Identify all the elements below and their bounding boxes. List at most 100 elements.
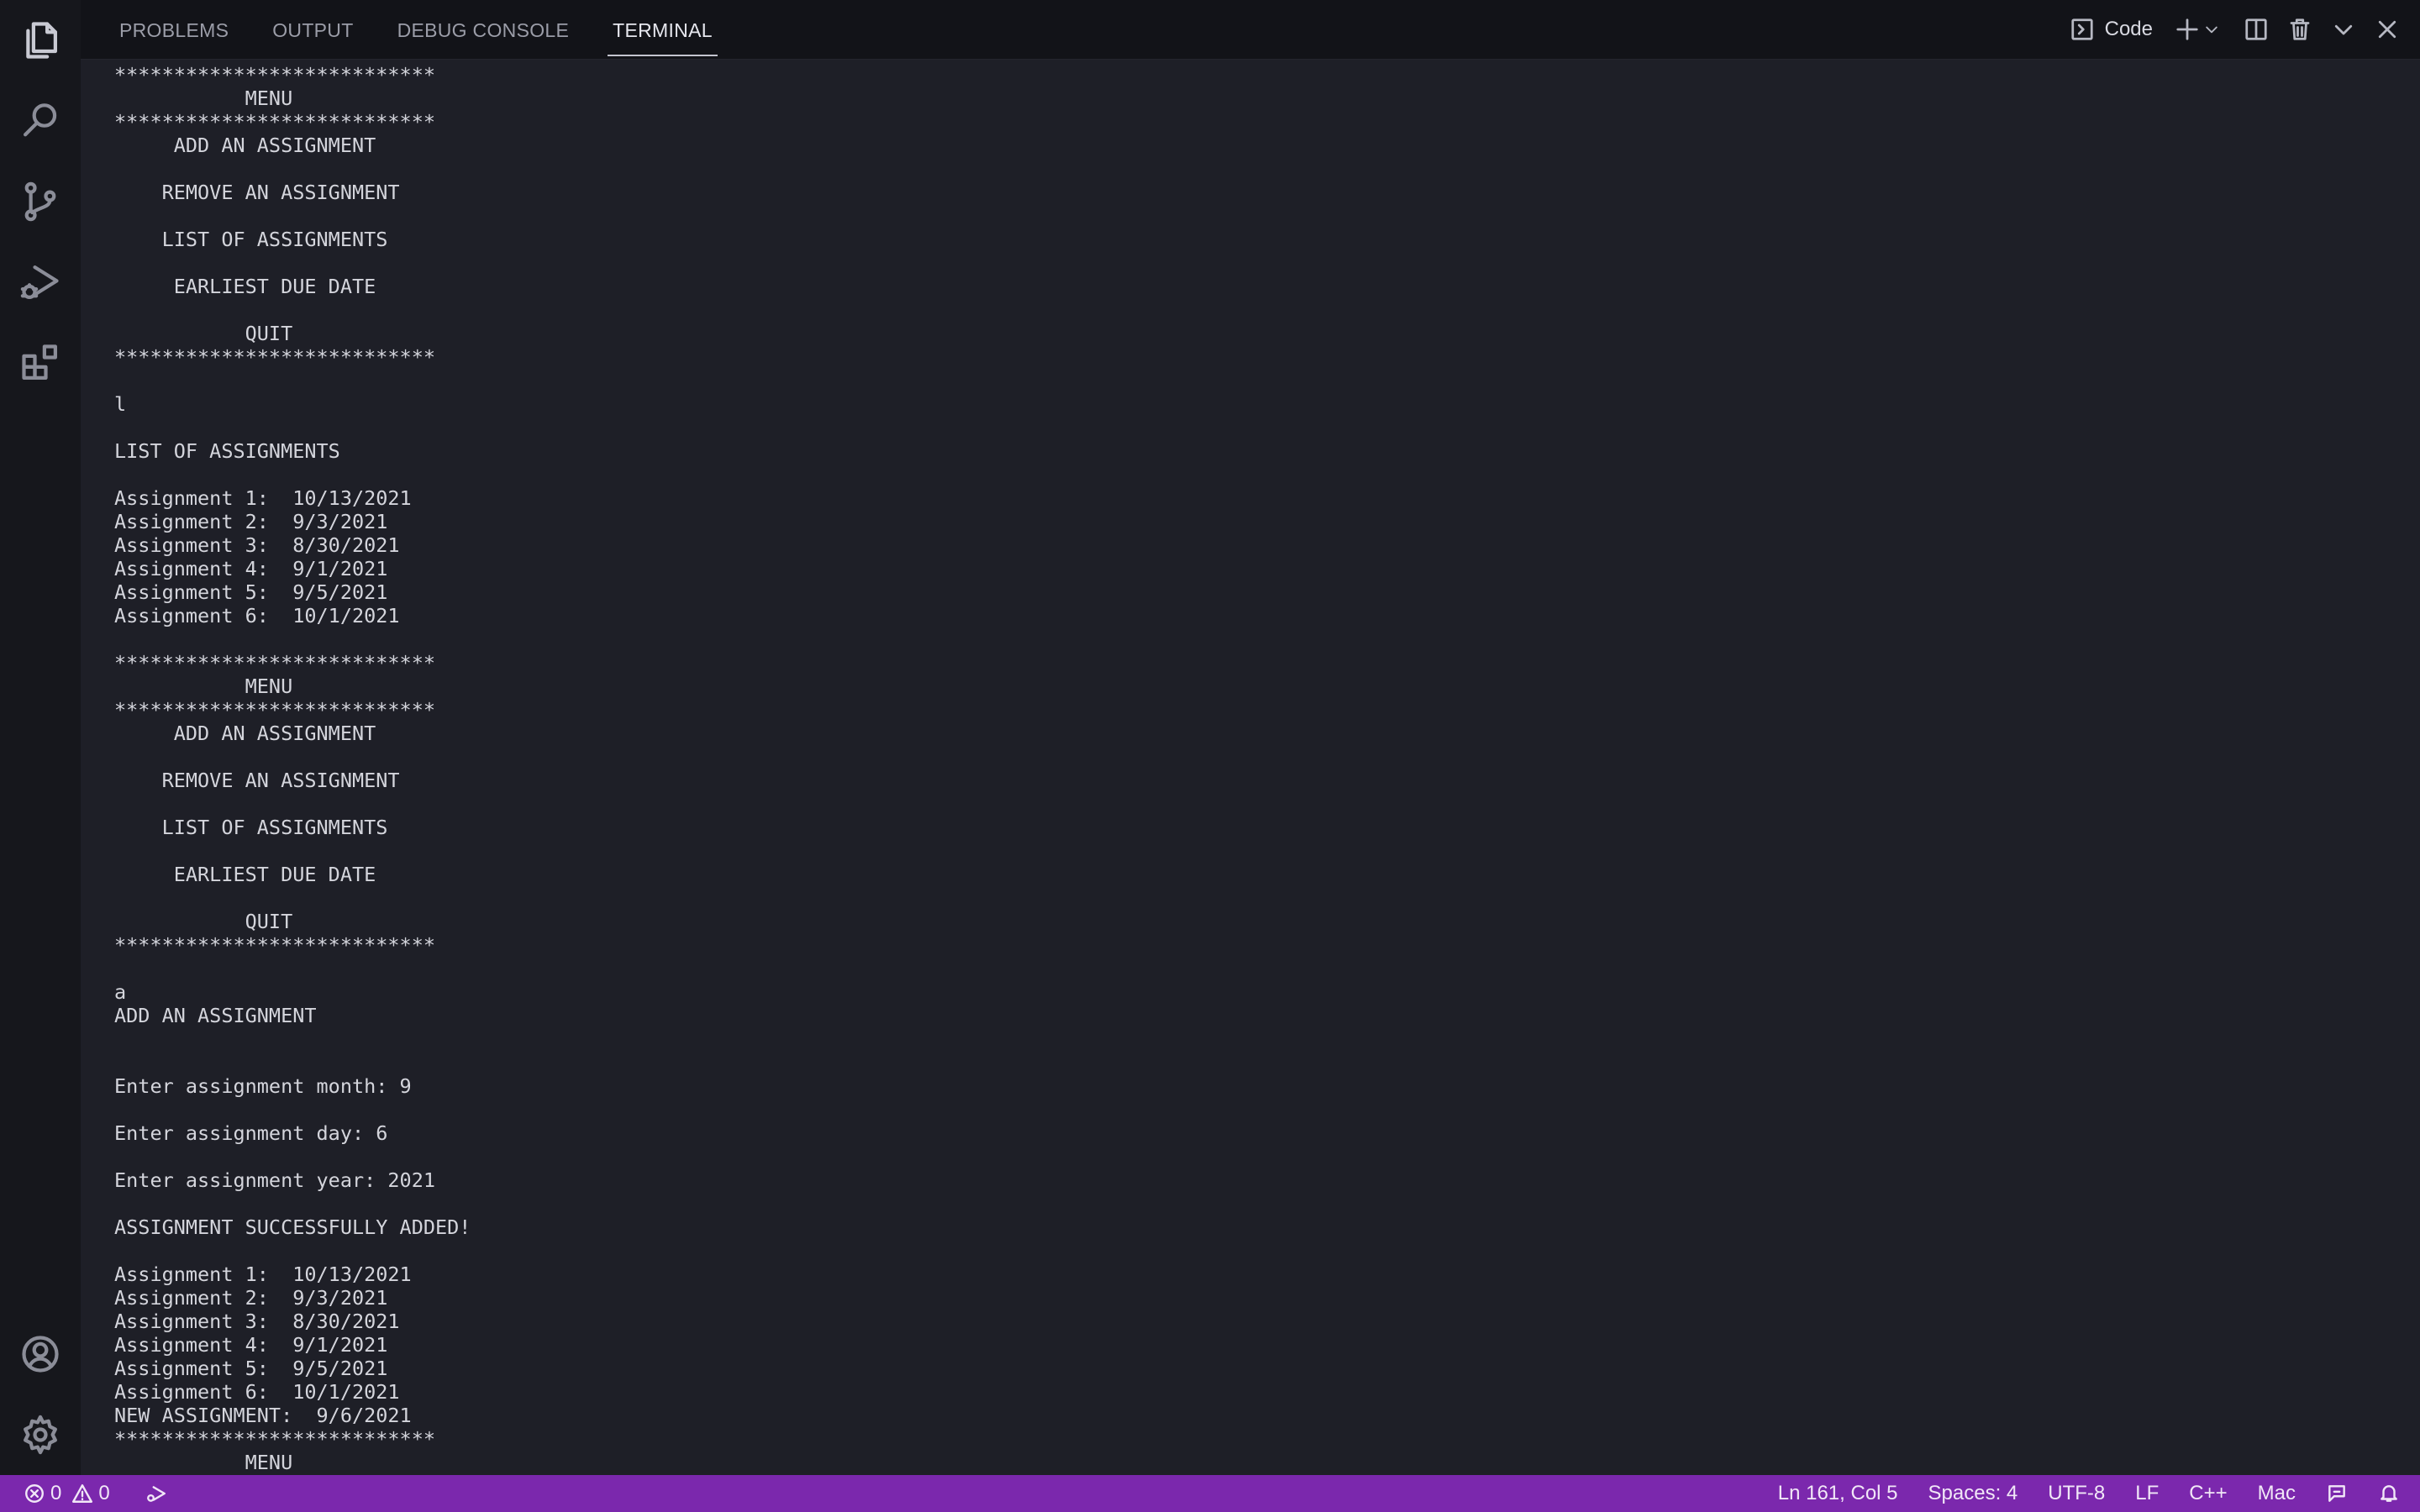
feedback-icon <box>2328 1485 2345 1502</box>
terminal-line: ADD AN ASSIGNMENT <box>114 1004 317 1027</box>
feedback-button[interactable] <box>2326 1475 2348 1512</box>
tab-problems[interactable]: PROBLEMS <box>118 0 230 59</box>
terminal-line: *************************** <box>114 63 436 87</box>
indentation[interactable]: Spaces: 4 <box>1928 1475 2018 1512</box>
tab-output[interactable]: OUTPUT <box>271 0 355 59</box>
notifications-button[interactable] <box>2378 1475 2400 1512</box>
terminal-line: Assignment 1: 10/13/2021 <box>114 1263 412 1286</box>
launch-profile-button[interactable] <box>2203 0 2220 59</box>
terminal-line: ADD AN ASSIGNMENT <box>114 134 376 157</box>
terminal-line: REMOVE AN ASSIGNMENT <box>114 769 400 792</box>
kill-terminal-button[interactable] <box>2287 0 2312 59</box>
split-icon <box>2245 18 2267 40</box>
warning-count: 0 <box>98 1482 110 1504</box>
terminal-line: *************************** <box>114 110 436 134</box>
terminal-output: *************************** MENU ********… <box>114 63 471 1474</box>
debug-launch-status[interactable] <box>145 1475 167 1512</box>
files-icon <box>26 22 57 59</box>
panel-header: PROBLEMS OUTPUT DEBUG CONSOLE TERMINAL C… <box>81 0 2420 60</box>
tab-terminal[interactable]: TERMINAL <box>608 0 718 59</box>
encoding[interactable]: UTF-8 <box>2048 1475 2105 1512</box>
status-bar: 0 0 Ln 161, Col 5 Spaces: 4 UTF-8 LF C++… <box>0 1475 2420 1512</box>
terminal-line: Enter assignment month: 9 <box>114 1074 412 1098</box>
language-mode[interactable]: C++ <box>2189 1475 2227 1512</box>
end-of-line[interactable]: LF <box>2135 1475 2159 1512</box>
terminal-line: l <box>114 392 127 416</box>
terminal-line: *************************** <box>114 651 436 675</box>
chevron-down-icon <box>2334 24 2353 35</box>
cursor-position[interactable]: Ln 161, Col 5 <box>1778 1475 1898 1512</box>
terminal-line: *************************** <box>114 698 436 722</box>
terminal-selector[interactable]: Code <box>2070 0 2153 59</box>
terminal-line: ADD AN ASSIGNMENT <box>114 722 376 745</box>
source-control-button[interactable] <box>0 161 81 242</box>
warning-icon <box>72 1484 93 1503</box>
terminal-line: Assignment 3: 8/30/2021 <box>114 533 400 557</box>
terminal-line: EARLIEST DUE DATE <box>114 863 376 886</box>
terminal-line: Assignment 4: 9/1/2021 <box>114 1333 388 1357</box>
terminal-line: *************************** <box>114 1427 436 1451</box>
terminal-line: LIST OF ASSIGNMENTS <box>114 439 340 463</box>
run-debug-icon <box>20 265 59 299</box>
split-terminal-button[interactable] <box>2244 0 2269 59</box>
account-button[interactable] <box>0 1314 81 1394</box>
run-debug-button[interactable] <box>0 242 81 323</box>
search-button[interactable] <box>0 81 81 161</box>
terminal-line: *************************** <box>114 933 436 957</box>
bell-icon <box>2381 1485 2397 1502</box>
terminal-line: Assignment 6: 10/1/2021 <box>114 604 400 627</box>
account-icon <box>22 1336 59 1373</box>
terminal-line: Assignment 5: 9/5/2021 <box>114 1357 388 1380</box>
close-icon <box>2378 20 2396 39</box>
terminal-line: MENU <box>114 675 293 698</box>
platform[interactable]: Mac <box>2258 1475 2296 1512</box>
terminal-line: QUIT <box>114 910 293 933</box>
close-panel-button[interactable] <box>2375 0 2400 59</box>
terminal-line: a <box>114 980 127 1004</box>
tab-debug-console[interactable]: DEBUG CONSOLE <box>396 0 571 59</box>
terminal-line: MENU <box>114 1451 293 1474</box>
terminal-line: Assignment 5: 9/5/2021 <box>114 580 388 604</box>
terminal-icon <box>2071 18 2093 40</box>
terminal-line: REMOVE AN ASSIGNMENT <box>114 181 400 204</box>
extensions-button[interactable] <box>0 323 81 403</box>
terminal-line: Assignment 1: 10/13/2021 <box>114 486 412 510</box>
source-control-icon <box>24 181 56 222</box>
extensions-icon <box>22 344 57 380</box>
terminal-line: Assignment 4: 9/1/2021 <box>114 557 388 580</box>
plus-icon <box>2176 18 2198 40</box>
terminal-line: *************************** <box>114 345 436 369</box>
search-icon <box>24 103 57 137</box>
run-debug-icon <box>146 1486 166 1502</box>
error-icon <box>25 1484 44 1503</box>
terminal-view[interactable]: *************************** MENU ********… <box>81 60 2420 1475</box>
problems-status[interactable]: 0 0 <box>24 1475 120 1512</box>
new-terminal-button[interactable] <box>2175 0 2200 59</box>
terminal-line: Enter assignment day: 6 <box>114 1121 388 1145</box>
vscode-window: PROBLEMS OUTPUT DEBUG CONSOLE TERMINAL C… <box>0 0 2420 1512</box>
maximize-panel-button[interactable] <box>2331 0 2356 59</box>
error-count: 0 <box>50 1482 62 1504</box>
explorer-button[interactable] <box>0 0 81 81</box>
trash-icon <box>2290 18 2310 40</box>
chevron-down-icon <box>2206 26 2217 34</box>
terminal-line: MENU <box>114 87 293 110</box>
terminal-line: Assignment 3: 8/30/2021 <box>114 1310 400 1333</box>
manage-button[interactable] <box>0 1394 81 1475</box>
